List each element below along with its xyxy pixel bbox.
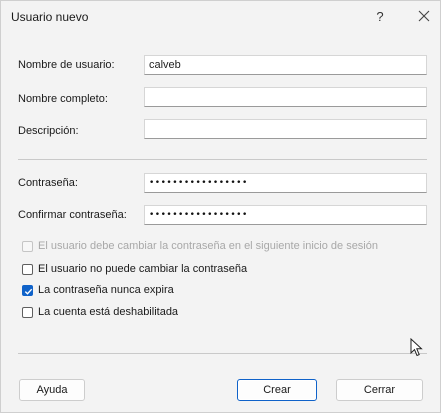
checkbox[interactable] <box>22 264 33 275</box>
username-label: Nombre de usuario: <box>18 59 115 71</box>
checkbox[interactable] <box>22 241 33 252</box>
checkmark-icon <box>24 288 33 295</box>
checkbox[interactable] <box>22 307 33 318</box>
mouse-cursor-icon <box>410 337 424 363</box>
checkbox-label: El usuario debe cambiar la contraseña en… <box>38 240 378 252</box>
create-button[interactable]: Crear <box>237 379 317 401</box>
confirm-password-label: Confirmar contraseña: <box>18 209 127 221</box>
dialog-content: Nombre de usuario: calveb Nombre complet… <box>1 35 440 412</box>
help-button[interactable]: ? <box>373 9 387 25</box>
password-field[interactable]: ••••••••••••••••• <box>144 173 427 193</box>
fullname-field[interactable] <box>144 87 427 107</box>
new-user-dialog: Usuario nuevo ? Nombre de usuario: calve… <box>0 0 441 413</box>
checkbox-label: El usuario no puede cambiar la contraseñ… <box>38 263 248 275</box>
description-field[interactable] <box>144 119 427 139</box>
password-label: Contraseña: <box>18 177 78 189</box>
title-bar: Usuario nuevo ? <box>1 1 440 35</box>
checkbox-label: La contraseña nunca expira <box>38 284 174 296</box>
description-label: Descripción: <box>18 125 79 137</box>
separator <box>18 159 427 160</box>
username-field[interactable]: calveb <box>144 55 427 75</box>
close-button[interactable]: Cerrar <box>336 379 423 401</box>
separator <box>18 353 427 354</box>
confirm-password-field[interactable]: ••••••••••••••••• <box>144 205 427 225</box>
checkbox-label: La cuenta está deshabilitada <box>38 306 179 318</box>
help-text-button[interactable]: Ayuda <box>19 379 85 401</box>
dialog-title: Usuario nuevo <box>11 10 89 24</box>
fullname-label: Nombre completo: <box>18 93 108 105</box>
checkbox-checked[interactable] <box>22 285 33 296</box>
close-icon[interactable] <box>415 7 433 25</box>
